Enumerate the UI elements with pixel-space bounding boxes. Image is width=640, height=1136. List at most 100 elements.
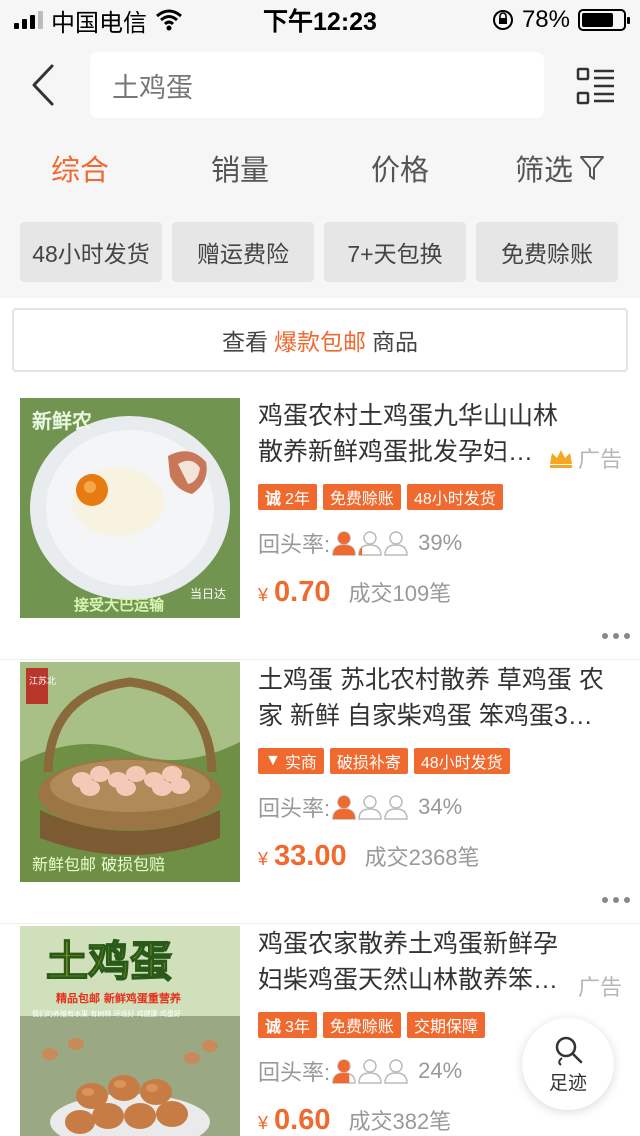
tab-filter[interactable]: 筛选 [480, 130, 640, 206]
ad-label-text: 广告 [577, 447, 622, 472]
product-image[interactable]: 土鸡蛋 精品包邮 新鲜鸡蛋重营养 我们的养殖有水果 有树林 环境好 鸡健康 鸡蛋… [20, 926, 240, 1136]
battery-icon [578, 9, 630, 31]
product-title[interactable]: 土鸡蛋 苏北农村散养 草鸡蛋 农家 新鲜 自家柴鸡蛋 笨鸡蛋3… [258, 662, 628, 734]
tab-label: 销量 [210, 155, 269, 187]
product-image[interactable]: 江苏北 新鲜包邮 破损包赔 [20, 662, 240, 882]
more-options-icon[interactable] [602, 633, 630, 639]
image-badge: 当日达 [190, 587, 226, 601]
image-title: 土鸡蛋 [46, 937, 172, 986]
footprint-icon [555, 1036, 583, 1066]
tag-text: 2年 [285, 491, 310, 508]
person-icon [358, 531, 382, 556]
tab-comprehensive[interactable]: 综合 [0, 130, 160, 206]
chip-48h-shipping[interactable]: 48小时发货 [20, 222, 162, 282]
product-tags: 诚 2年 免费赊账 48小时发货 [258, 484, 628, 510]
person-icon [384, 1059, 408, 1084]
product-item[interactable]: 江苏北 新鲜包邮 破损包赔 土鸡蛋 苏北农村散养 草鸡蛋 农家 新鲜 自家柴鸡蛋… [0, 662, 640, 924]
banner-highlight: 爆款包邮 [274, 329, 366, 355]
person-icon [332, 1059, 356, 1084]
footprint-button[interactable]: 足迹 [522, 1018, 614, 1110]
repeat-rate-value: 34% [418, 794, 463, 819]
sold-count: 成交2368笔 [364, 845, 480, 870]
tag-text: 3年 [285, 1019, 310, 1036]
tab-price[interactable]: 价格 [320, 130, 480, 206]
price-value: 0.70 [274, 576, 331, 608]
currency-symbol: ¥ [258, 585, 269, 605]
repeat-rate-icons [332, 530, 408, 556]
carrier-label: 中国电信 [51, 9, 147, 37]
price-row: ¥33.00 成交2368笔 [258, 840, 628, 880]
battery-fill [582, 13, 614, 27]
banner-suffix: 商品 [372, 329, 418, 355]
integrity-icon: 诚 [265, 1019, 282, 1036]
chip-shipping-insurance[interactable]: 赠运费险 [172, 222, 314, 282]
signal-icon [14, 11, 43, 29]
list-view-icon[interactable] [576, 66, 616, 106]
price-row: ¥0.70 成交109笔 [258, 576, 628, 616]
person-icon [358, 795, 382, 820]
status-time: 下午12:23 [263, 8, 377, 36]
repeat-rate-value: 39% [418, 530, 463, 555]
tag-integrity: 诚 2年 [258, 484, 317, 510]
orientation-lock-icon [492, 10, 513, 30]
product-title[interactable]: 鸡蛋农家散养土鸡蛋新鲜孕妇柴鸡蛋天然山林散养笨… [258, 926, 628, 998]
tag-text: 实商 [284, 755, 317, 772]
chip-free-credit[interactable]: 免费赊账 [476, 222, 618, 282]
more-options-icon[interactable] [602, 897, 630, 903]
search-input[interactable]: 土鸡蛋 [90, 52, 544, 118]
status-right: 78% [492, 6, 630, 34]
back-icon[interactable] [24, 62, 64, 108]
ad-label: 广告 [548, 442, 622, 474]
product-price: ¥0.70 [258, 576, 330, 609]
price-value: 0.60 [274, 1104, 331, 1136]
repeat-rate-value: 24% [418, 1058, 463, 1083]
repeat-label: 回头率: [258, 796, 331, 821]
search-input-value: 土鸡蛋 [112, 72, 193, 103]
image-small-text: 我们的养殖有水果 有树林 环境好 鸡健康 鸡蛋好 [32, 1009, 181, 1018]
status-left: 中国电信 [14, 3, 183, 38]
tag-48h: 48小时发货 [413, 748, 510, 774]
product-tags: ▼ 实商 破损补寄 48小时发货 [258, 748, 628, 774]
battery-percent: 78% [521, 6, 570, 33]
tag-48h: 48小时发货 [406, 484, 503, 510]
person-icon [384, 531, 408, 556]
person-icon [332, 795, 356, 820]
product-price: ¥33.00 [258, 840, 347, 873]
tag-integrity: 诚 3年 [258, 1012, 317, 1038]
integrity-icon: 诚 [265, 491, 282, 508]
sold-count: 成交382笔 [348, 1109, 452, 1134]
sort-tabs: 综合 销量 价格 筛选 [0, 130, 640, 206]
repeat-rate-icons [332, 794, 408, 820]
tab-label: 筛选 [514, 155, 573, 187]
crown-icon [549, 450, 572, 468]
repeat-rate-row: 回头率: 39% [258, 528, 628, 558]
currency-symbol: ¥ [258, 1113, 269, 1133]
product-image[interactable]: 新鲜农 接受大巴运输 当日达 [20, 398, 240, 618]
filter-icon [580, 156, 604, 180]
product-item[interactable]: 新鲜农 接受大巴运输 当日达 鸡蛋农村土鸡蛋九华山山林散养新鲜鸡蛋批发孕妇… 广… [0, 398, 640, 660]
person-icon [358, 1059, 382, 1084]
ad-label-text: 广告 [577, 975, 622, 1000]
filter-chips: 48小时发货 赠运费险 7+天包换 免费赊账 [0, 206, 640, 298]
hot-deals-banner[interactable]: 查看 爆款包邮 商品 [12, 308, 628, 372]
product-info: 土鸡蛋 苏北农村散养 草鸡蛋 农家 新鲜 自家柴鸡蛋 笨鸡蛋3… ▼ 实商 破损补… [258, 662, 628, 882]
verified-merchant-icon: ▼ [265, 752, 281, 769]
product-price: ¥0.60 [258, 1104, 330, 1136]
tab-label: 综合 [50, 155, 109, 187]
image-stamp: 江苏北 [29, 675, 56, 687]
currency-symbol: ¥ [258, 849, 269, 869]
tag-free-credit: 免费赊账 [322, 484, 401, 510]
sold-count: 成交109笔 [348, 581, 452, 606]
tab-sales[interactable]: 销量 [160, 130, 320, 206]
product-info: 鸡蛋农村土鸡蛋九华山山林散养新鲜鸡蛋批发孕妇… 广告 诚 2年 免费赊账 48小时… [258, 398, 628, 618]
repeat-rate-icons [332, 1058, 408, 1084]
repeat-label: 回头率: [258, 1060, 331, 1085]
chip-7day-exchange[interactable]: 7+天包换 [324, 222, 466, 282]
tag-free-credit: 免费赊账 [322, 1012, 401, 1038]
image-caption: 接受大巴运输 [74, 596, 165, 614]
image-logo: 新鲜农 [32, 409, 92, 433]
footprint-label: 足迹 [548, 1072, 587, 1094]
image-caption: 新鲜包邮 破损包赔 [32, 855, 165, 874]
repeat-label: 回头率: [258, 532, 331, 557]
image-subtitle: 精品包邮 新鲜鸡蛋重营养 [56, 991, 182, 1005]
